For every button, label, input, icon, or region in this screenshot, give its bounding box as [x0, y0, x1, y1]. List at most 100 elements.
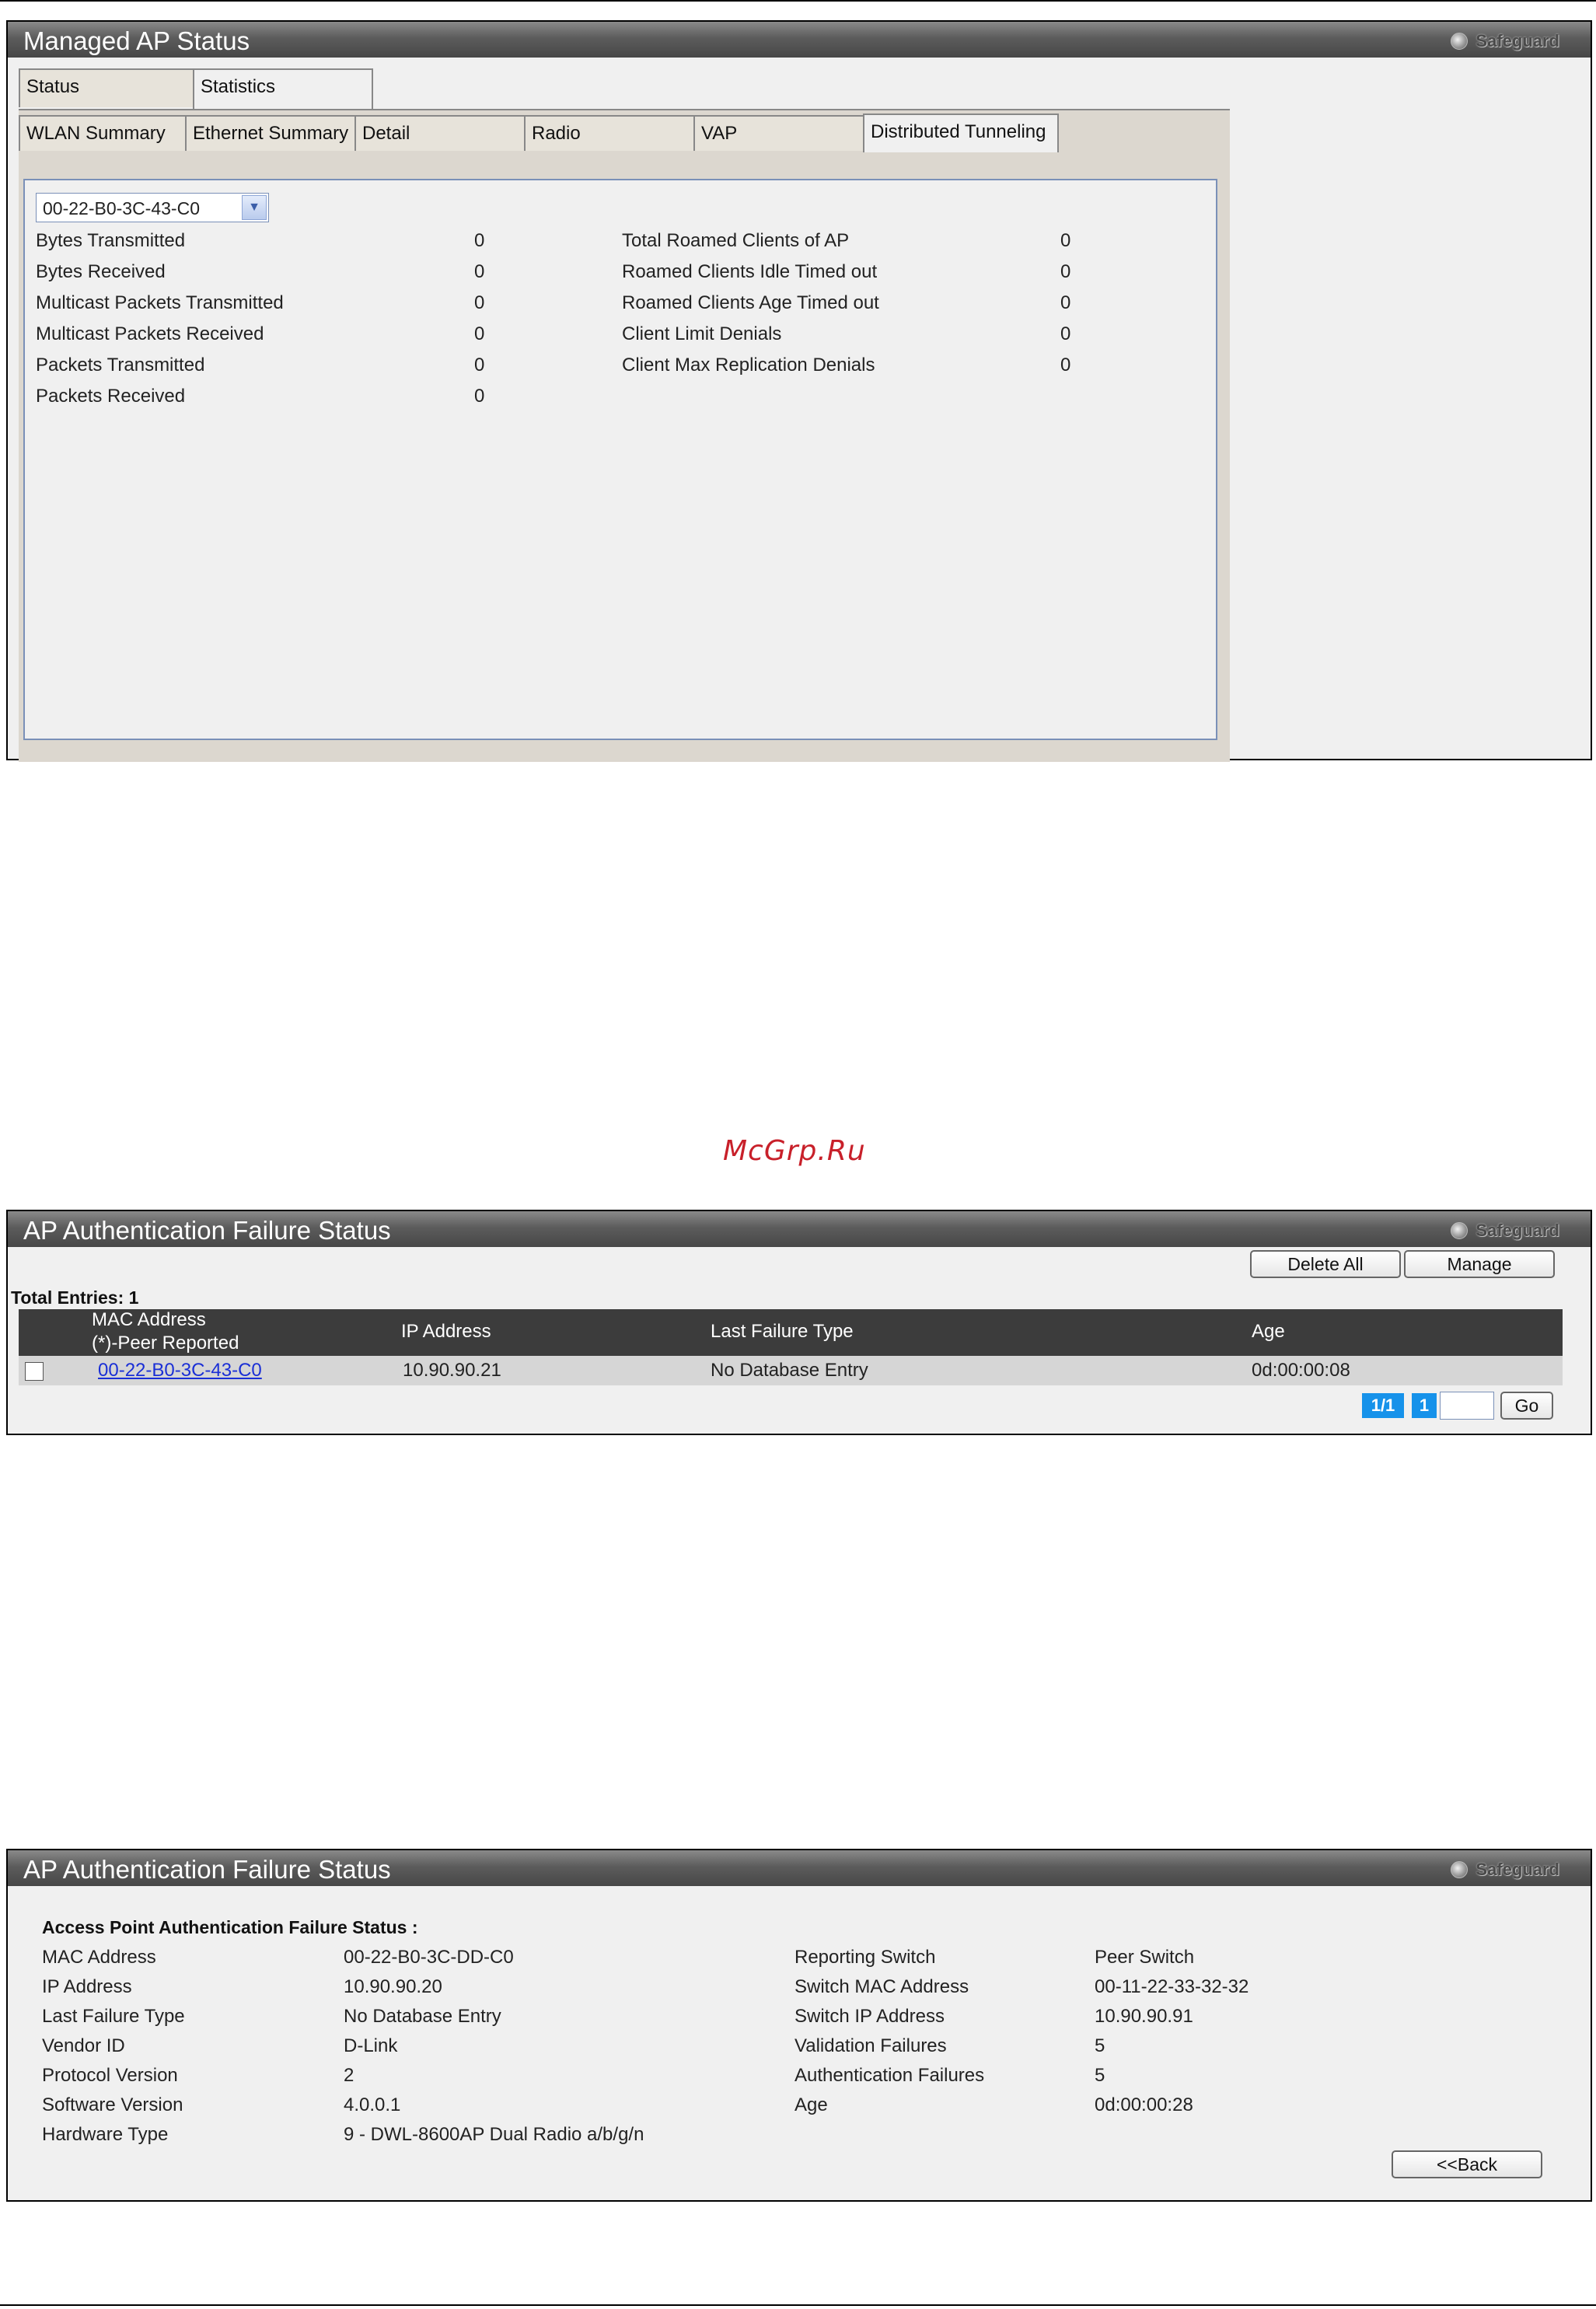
left-stat-value: 0 — [474, 261, 485, 282]
table-header: MAC Address (*)-Peer Reported IP Address… — [19, 1309, 1563, 1356]
right-stat-value: 0 — [1060, 230, 1071, 251]
panel-title: Managed AP Status — [23, 26, 250, 55]
detail-label: Switch IP Address — [795, 2006, 945, 2027]
right-stat-value: 0 — [1060, 355, 1071, 376]
detail-value: 00-11-22-33-32-32 — [1095, 1976, 1249, 1997]
tab-vap[interactable]: VAP — [693, 115, 866, 151]
total-entries: Total Entries: 1 — [11, 1287, 139, 1308]
safeguard-label: Safeguard — [1476, 31, 1559, 51]
panel-titlebar: Managed AP Status Safeguard — [8, 22, 1591, 58]
tab-radio[interactable]: Radio — [524, 115, 697, 151]
right-stat-label: Total Roamed Clients of AP — [622, 230, 850, 251]
left-stat-value: 0 — [474, 355, 485, 376]
statistics-content: 00-22-B0-3C-43-C0 ▼ Bytes Transmitted 0 … — [23, 179, 1217, 740]
right-stat-value: 0 — [1060, 261, 1071, 282]
age-cell: 0d:00:00:08 — [1252, 1360, 1350, 1381]
tab-label: Ethernet Summary — [193, 123, 349, 144]
left-stat-label: Bytes Received — [36, 261, 166, 282]
right-stat-label: Roamed Clients Age Timed out — [622, 292, 879, 313]
panel-title: AP Authentication Failure Status — [23, 1216, 391, 1245]
header-peer-reported: (*)-Peer Reported — [92, 1333, 239, 1354]
left-stat-label: Packets Transmitted — [36, 355, 205, 376]
managed-ap-status-panel: Managed AP Status Safeguard Status Stati… — [6, 20, 1592, 762]
ip-address-cell: 10.90.90.21 — [403, 1360, 501, 1381]
detail-heading: Access Point Authentication Failure Stat… — [42, 1917, 418, 1937]
left-stat-value: 0 — [474, 323, 485, 344]
watermark: McGrp.Ru — [723, 1135, 866, 1167]
detail-value: 9 - DWL-8600AP Dual Radio a/b/g/n — [344, 2124, 644, 2145]
bottom-rule — [0, 2304, 1596, 2306]
detail-label: Vendor ID — [42, 2035, 125, 2056]
safeguard-indicator: Safeguard — [1451, 1221, 1559, 1241]
tab-detail[interactable]: Detail — [354, 115, 527, 151]
panel-title: AP Authentication Failure Status — [23, 1855, 391, 1884]
tab-label: Status — [26, 76, 80, 97]
header-last-failure-type: Last Failure Type — [711, 1321, 854, 1342]
go-button[interactable]: Go — [1500, 1392, 1553, 1420]
tab-label: Distributed Tunneling — [871, 121, 1046, 142]
chevron-down-icon[interactable]: ▼ — [242, 195, 267, 220]
left-stat-label: Multicast Packets Transmitted — [36, 292, 284, 313]
detail-value: 5 — [1095, 2035, 1105, 2056]
safeguard-indicator: Safeguard — [1451, 1860, 1559, 1880]
detail-label: Authentication Failures — [795, 2065, 985, 2086]
dropdown-value: 00-22-B0-3C-43-C0 — [43, 198, 200, 218]
detail-label: Age — [795, 2094, 828, 2115]
left-stat-value: 0 — [474, 292, 485, 313]
page-number-input[interactable] — [1440, 1392, 1494, 1420]
detail-value: Peer Switch — [1095, 1947, 1195, 1968]
detail-value: 10.90.90.20 — [344, 1976, 442, 1997]
detail-label: Switch MAC Address — [795, 1976, 969, 1997]
detail-label: Hardware Type — [42, 2124, 169, 2145]
detail-value: No Database Entry — [344, 2006, 501, 2027]
manage-button[interactable]: Manage — [1404, 1250, 1555, 1278]
panel-titlebar: AP Authentication Failure Status Safegua… — [8, 1211, 1591, 1247]
right-stat-label: Roamed Clients Idle Timed out — [622, 261, 878, 282]
detail-value: 10.90.90.91 — [1095, 2006, 1193, 2027]
left-stat-label: Multicast Packets Received — [36, 323, 264, 344]
safeguard-label: Safeguard — [1476, 1860, 1559, 1879]
detail-value: 5 — [1095, 2065, 1105, 2086]
tab-label: Detail — [362, 123, 410, 144]
right-stat-label: Client Limit Denials — [622, 323, 782, 344]
ap-auth-failure-list-panel: AP Authentication Failure Status Safegua… — [6, 1210, 1592, 1435]
safeguard-indicator: Safeguard — [1451, 31, 1559, 51]
left-stat-label: Packets Received — [36, 386, 186, 407]
detail-value: 4.0.0.1 — [344, 2094, 401, 2115]
detail-value: D-Link — [344, 2035, 398, 2056]
right-stat-label: Client Max Replication Denials — [622, 355, 875, 376]
right-stat-value: 0 — [1060, 323, 1071, 344]
tab-wlan-summary[interactable]: WLAN Summary — [19, 115, 190, 151]
tab-statistics[interactable]: Statistics — [193, 68, 373, 109]
safeguard-icon — [1451, 1222, 1469, 1239]
ap-select-dropdown[interactable]: 00-22-B0-3C-43-C0 ▼ — [36, 193, 269, 222]
header-mac-address: MAC Address — [92, 1309, 206, 1330]
detail-label: MAC Address — [42, 1947, 156, 1968]
header-ip-address: IP Address — [401, 1321, 491, 1342]
row-checkbox[interactable] — [25, 1362, 44, 1381]
safeguard-label: Safeguard — [1476, 1221, 1559, 1240]
detail-value: 00-22-B0-3C-DD-C0 — [344, 1947, 514, 1968]
detail-label: Software Version — [42, 2094, 183, 2115]
left-stat-value: 0 — [474, 230, 485, 251]
mac-address-link[interactable]: 00-22-B0-3C-43-C0 — [98, 1360, 262, 1382]
tab-label: Radio — [532, 123, 581, 144]
detail-label: Validation Failures — [795, 2035, 947, 2056]
right-stat-value: 0 — [1060, 292, 1071, 313]
page-1-link[interactable]: 1 — [1412, 1393, 1437, 1418]
tab-status[interactable]: Status — [19, 68, 197, 107]
detail-label: IP Address — [42, 1976, 132, 1997]
safeguard-icon — [1451, 33, 1469, 50]
tab-ethernet-summary[interactable]: Ethernet Summary — [185, 115, 356, 151]
delete-all-button[interactable]: Delete All — [1250, 1250, 1401, 1278]
tab-distributed-tunneling[interactable]: Distributed Tunneling — [863, 114, 1059, 152]
detail-value: 2 — [344, 2065, 354, 2086]
last-failure-cell: No Database Entry — [711, 1360, 868, 1381]
ap-auth-failure-detail-panel: AP Authentication Failure Status Safegua… — [6, 1849, 1592, 2202]
tab-label: Statistics — [201, 76, 276, 97]
safeguard-icon — [1451, 1861, 1469, 1878]
back-button[interactable]: <<Back — [1392, 2150, 1542, 2178]
tab-label: VAP — [701, 123, 738, 144]
table-row: 00-22-B0-3C-43-C0 10.90.90.21 No Databas… — [19, 1356, 1563, 1385]
left-stat-label: Bytes Transmitted — [36, 230, 186, 251]
